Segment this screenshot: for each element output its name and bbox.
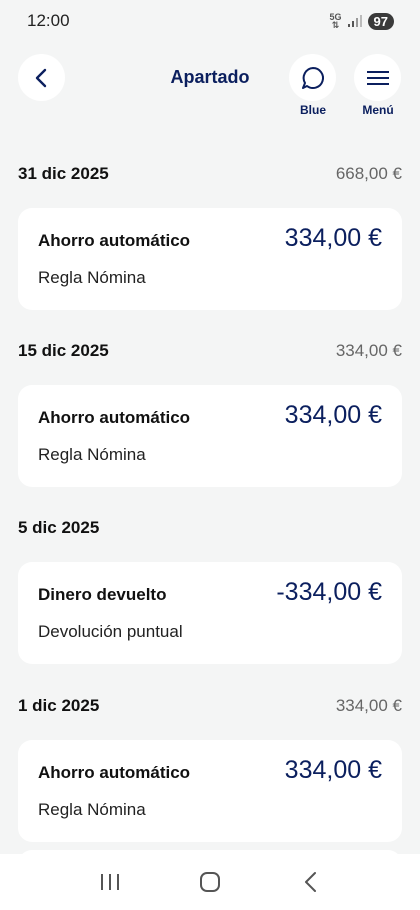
transaction-subtitle: Regla Nómina xyxy=(38,800,146,819)
chat-bubble-icon xyxy=(301,66,324,89)
system-nav-bar xyxy=(0,854,420,910)
back-arrow-icon xyxy=(35,68,46,87)
network-indicator: 5G ⇅ xyxy=(330,13,342,30)
header: Apartado Blue Menú xyxy=(0,54,420,124)
transaction-amount: 334,00 € xyxy=(284,401,382,429)
date-group-header: 1 dic 2025 334,00 € xyxy=(18,693,402,719)
transaction-title: Ahorro automático xyxy=(38,231,191,250)
group-date: 15 dic 2025 xyxy=(18,341,109,360)
recent-apps-icon xyxy=(101,874,119,890)
date-group-header: 5 dic 2025 xyxy=(18,515,402,541)
date-group-header: 31 dic 2025 668,00 € xyxy=(18,161,402,187)
back-button[interactable] xyxy=(18,54,65,101)
status-time: 12:00 xyxy=(27,11,70,30)
status-icons: 5G ⇅ 97 xyxy=(330,12,394,30)
transaction-subtitle: Devolución puntual xyxy=(38,622,183,641)
transaction-amount: 334,00 € xyxy=(284,224,382,252)
battery-indicator: 97 xyxy=(367,12,394,30)
transaction-card[interactable]: Ahorro automático Regla Nómina 334,00 € xyxy=(18,208,402,310)
transaction-card[interactable]: Ahorro automático Regla Nómina 334,00 € xyxy=(18,385,402,487)
menu-button[interactable] xyxy=(354,54,401,101)
blue-chat-button[interactable] xyxy=(289,54,336,101)
group-total: 334,00 € xyxy=(335,696,402,715)
home-icon xyxy=(200,872,220,892)
data-arrows-icon: ⇅ xyxy=(331,20,340,30)
group-date: 1 dic 2025 xyxy=(18,696,100,715)
group-total: 668,00 € xyxy=(335,164,402,183)
transaction-amount: -334,00 € xyxy=(276,578,382,606)
nav-back-button[interactable] xyxy=(290,862,330,902)
transaction-card[interactable]: Ahorro automático Regla Nómina 334,00 € xyxy=(18,740,402,842)
blue-label[interactable]: Blue xyxy=(283,103,343,117)
menu-label[interactable]: Menú xyxy=(348,103,408,117)
nav-back-icon xyxy=(305,872,316,892)
transaction-subtitle: Regla Nómina xyxy=(38,445,146,464)
transaction-title: Ahorro automático xyxy=(38,763,191,782)
transaction-title: Dinero devuelto xyxy=(38,585,167,604)
transaction-title: Ahorro automático xyxy=(38,408,191,427)
group-total: 334,00 € xyxy=(335,341,402,360)
page-title: Apartado xyxy=(170,67,250,87)
recent-apps-button[interactable] xyxy=(90,862,130,902)
transaction-card[interactable]: Dinero devuelto Devolución puntual -334,… xyxy=(18,562,402,664)
transaction-amount: 334,00 € xyxy=(284,756,382,784)
group-date: 31 dic 2025 xyxy=(18,164,109,183)
date-group-header: 15 dic 2025 334,00 € xyxy=(18,338,402,364)
transaction-subtitle: Regla Nómina xyxy=(38,268,146,287)
hamburger-menu-icon xyxy=(366,70,389,85)
status-bar: 12:00 5G ⇅ 97 xyxy=(0,0,420,42)
group-date: 5 dic 2025 xyxy=(18,518,100,537)
home-button[interactable] xyxy=(190,862,230,902)
signal-icon xyxy=(347,15,362,27)
